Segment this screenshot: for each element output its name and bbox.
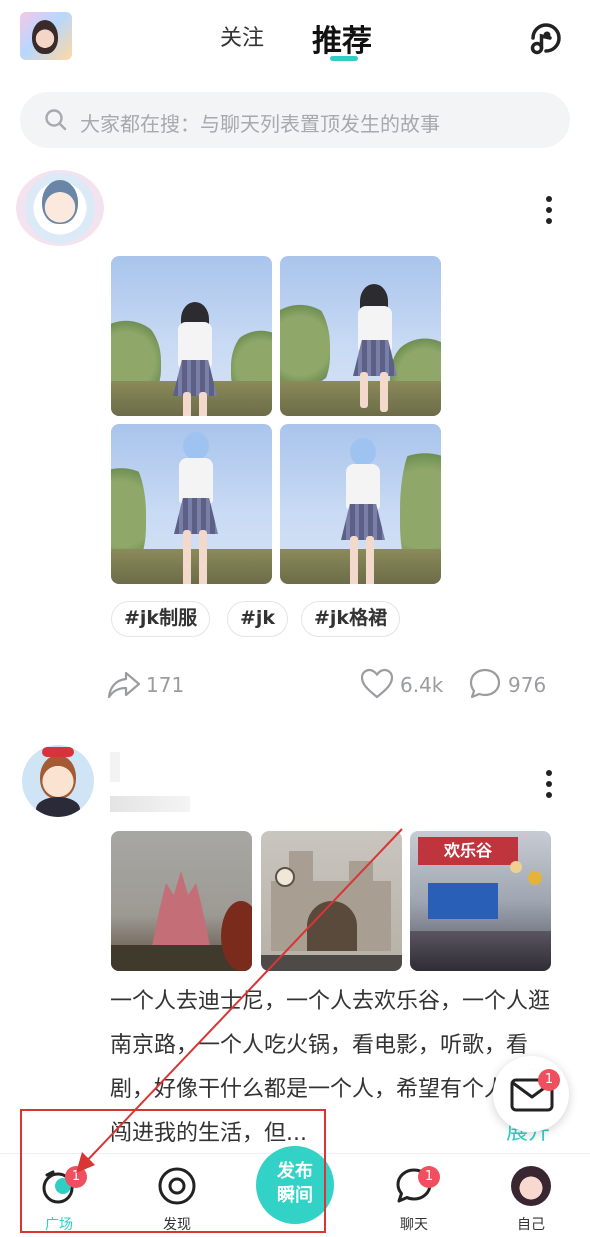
share-icon[interactable] <box>106 666 142 702</box>
like-heart-icon[interactable] <box>359 666 395 702</box>
tab-follow[interactable]: 关注 <box>220 20 264 52</box>
search-bar[interactable]: 大家都在搜：与聊天列表置顶发生的故事 <box>20 92 570 148</box>
avatar-face <box>42 180 78 224</box>
post-photo-1[interactable] <box>111 256 272 416</box>
post-photo-3[interactable] <box>111 424 272 584</box>
post-photo-4[interactable] <box>280 424 441 584</box>
more-options-icon[interactable] <box>544 196 554 228</box>
comment-icon[interactable] <box>467 666 503 702</box>
hashtag[interactable]: #jk <box>227 601 289 637</box>
me-avatar <box>511 1166 551 1206</box>
annotation-highlight-box <box>20 1109 326 1233</box>
message-button[interactable] <box>493 1056 569 1132</box>
nav-label: 聊天 <box>400 1217 428 1233</box>
nav-item-me[interactable]: 自己 <box>491 1154 571 1237</box>
search-placeholder: 大家都在搜：与聊天列表置顶发生的故事 <box>80 112 440 136</box>
post-photo-castle[interactable] <box>111 831 252 971</box>
top-header: 关注 推荐 <box>0 0 590 72</box>
more-options-icon[interactable] <box>544 770 554 802</box>
search-icon <box>45 109 67 131</box>
park-sign: 欢乐谷 <box>418 837 518 865</box>
avatar-face <box>40 755 76 799</box>
nav-badge: 1 <box>418 1166 440 1188</box>
tab-recommend[interactable]: 推荐 <box>312 16 372 60</box>
blurred-subtitle <box>110 796 190 812</box>
nav-label: 自己 <box>517 1217 545 1233</box>
mail-badge: 1 <box>538 1069 560 1091</box>
post-photo-2[interactable] <box>280 256 441 416</box>
nav-item-chat[interactable]: 1 聊天 <box>374 1154 454 1237</box>
like-count: 6.4k <box>400 673 444 697</box>
comment-count: 976 <box>508 673 547 697</box>
avatar-face <box>32 20 58 54</box>
hashtag[interactable]: #jk制服 <box>111 601 211 637</box>
active-tab-indicator <box>330 56 358 61</box>
post-author-avatar[interactable] <box>22 745 94 817</box>
post-photo-station[interactable] <box>261 831 402 971</box>
music-note-icon[interactable] <box>526 18 566 58</box>
post-author-avatar[interactable] <box>16 170 104 246</box>
hashtag[interactable]: #jk格裙 <box>301 601 401 637</box>
share-count: 171 <box>146 673 185 697</box>
post-photo-park[interactable]: 欢乐谷 <box>410 831 551 971</box>
blurred-username <box>110 752 120 782</box>
profile-avatar[interactable] <box>20 12 72 60</box>
